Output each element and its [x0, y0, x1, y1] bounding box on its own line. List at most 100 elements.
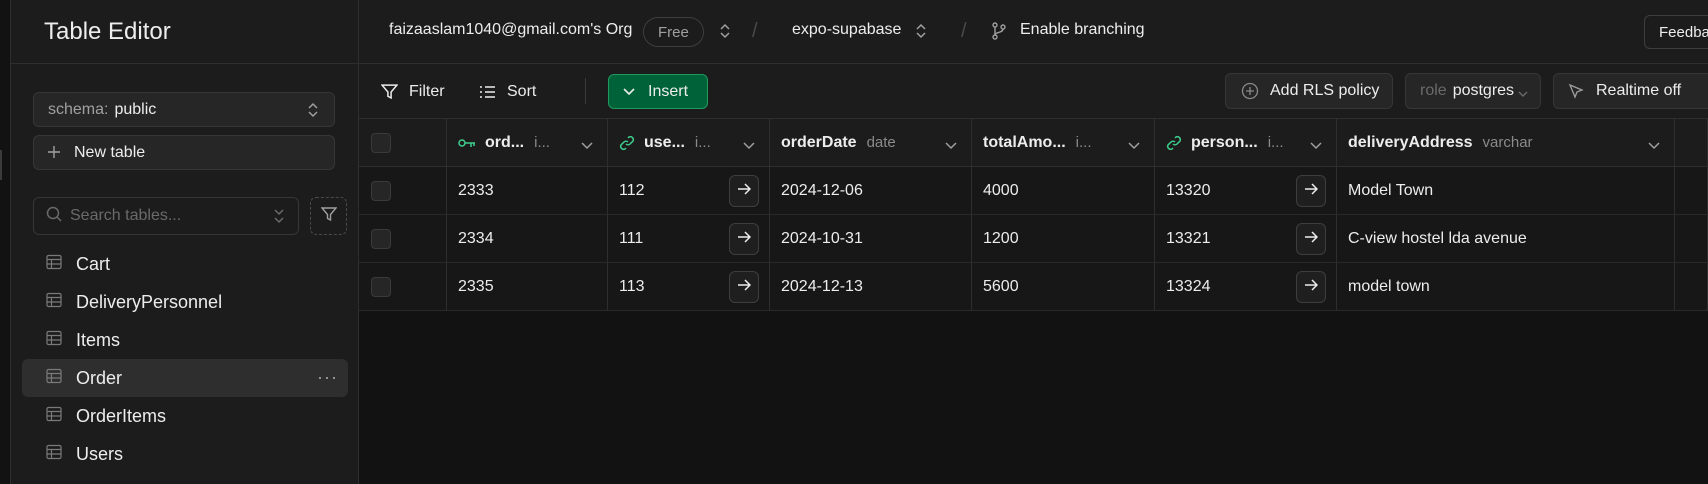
- row-checkbox[interactable]: [371, 180, 391, 201]
- plus-icon: [48, 142, 60, 163]
- table-cell[interactable]: model town: [1337, 263, 1675, 310]
- table-item-cart[interactable]: Cart: [22, 245, 348, 283]
- table-cell[interactable]: 4000: [972, 167, 1155, 214]
- new-table-button[interactable]: New table: [33, 135, 335, 170]
- column-name: orderDate: [781, 133, 857, 151]
- search-tables-input[interactable]: [70, 207, 260, 225]
- empty-cell: [1675, 263, 1708, 310]
- chevron-down-icon[interactable]: [945, 137, 957, 155]
- project-selector[interactable]: expo-supabase: [792, 21, 901, 39]
- table-item-order[interactable]: Order ···: [22, 359, 348, 397]
- table-cell[interactable]: 13324: [1155, 263, 1337, 310]
- table-cell[interactable]: Model Town: [1337, 167, 1675, 214]
- table-item-label: Order: [76, 367, 123, 388]
- cell-value: 2024-12-13: [781, 277, 863, 295]
- chevron-down-icon[interactable]: [1128, 137, 1140, 155]
- foreign-key-link-button[interactable]: [1296, 271, 1326, 303]
- table-cell[interactable]: 2024-12-06: [770, 167, 972, 214]
- table-item-deliverypersonnel[interactable]: DeliveryPersonnel: [22, 283, 348, 321]
- table-cell[interactable]: 1200: [972, 215, 1155, 262]
- row-checkbox[interactable]: [371, 276, 391, 297]
- table-item-label: Items: [76, 329, 121, 350]
- breadcrumb-separator: /: [961, 20, 967, 42]
- column-header[interactable]: person... i...: [1155, 119, 1337, 166]
- sidebar-header: Table Editor: [11, 0, 358, 64]
- realtime-toggle[interactable]: Realtime off: [1553, 73, 1708, 109]
- chevron-down-icon[interactable]: [743, 137, 755, 155]
- feedback-button[interactable]: Feedback: [1644, 15, 1708, 49]
- schema-label: schema:: [48, 100, 109, 118]
- table-item-items[interactable]: Items: [22, 321, 348, 359]
- table-cell[interactable]: C-view hostel lda avenue: [1337, 215, 1675, 262]
- plan-badge: Free: [643, 17, 704, 47]
- column-header[interactable]: ord... i...: [447, 119, 608, 166]
- sort-label: Sort: [507, 82, 537, 100]
- table-cell[interactable]: 2024-12-13: [770, 263, 972, 310]
- grid-header-row: ord... i... use... i... orderDate date totalAm…: [359, 119, 1708, 167]
- role-select[interactable]: role postgres: [1405, 73, 1541, 109]
- table-icon: [46, 254, 62, 275]
- chevron-down-icon[interactable]: [1648, 137, 1660, 155]
- chevron-down-icon: [1518, 85, 1528, 103]
- filter-label: Filter: [409, 82, 445, 100]
- table-row[interactable]: 2335 113 2024-12-13 5600 13324 model town: [359, 263, 1708, 311]
- table-cell[interactable]: 13321: [1155, 215, 1337, 262]
- enable-branching-button[interactable]: Enable branching: [1020, 21, 1145, 39]
- data-grid: ord... i... use... i... orderDate date totalAm…: [359, 119, 1708, 484]
- table-cell[interactable]: 112: [608, 167, 770, 214]
- column-name: deliveryAddress: [1348, 133, 1473, 151]
- sort-icon: [480, 85, 495, 98]
- breadcrumb-separator: /: [752, 20, 758, 42]
- table-cell[interactable]: 13320: [1155, 167, 1337, 214]
- column-header[interactable]: deliveryAddress varchar: [1337, 119, 1675, 166]
- cell-value: 13320: [1166, 181, 1211, 199]
- sidebar-title: Table Editor: [44, 17, 171, 45]
- foreign-key-link-button[interactable]: [729, 271, 759, 303]
- cell-value: 2024-10-31: [781, 229, 863, 247]
- chevron-down-icon[interactable]: [1310, 137, 1322, 155]
- table-cell[interactable]: 2333: [447, 167, 608, 214]
- column-header[interactable]: use... i...: [608, 119, 770, 166]
- table-row[interactable]: 2333 112 2024-12-06 4000 13320 Model Town: [359, 167, 1708, 215]
- arrow-right-icon: [737, 278, 752, 296]
- cell-value: 1200: [983, 229, 1019, 247]
- column-type: i...: [1075, 134, 1092, 151]
- chevron-down-icon[interactable]: [581, 137, 593, 155]
- filter-tables-button[interactable]: [310, 197, 347, 235]
- table-cell[interactable]: 5600: [972, 263, 1155, 310]
- org-selector[interactable]: faizaaslam1040@gmail.com's Org: [389, 21, 632, 39]
- collapse-icon[interactable]: [272, 208, 286, 229]
- table-cell[interactable]: 113: [608, 263, 770, 310]
- chevron-up-down-icon[interactable]: [914, 22, 928, 45]
- filter-button[interactable]: Filter: [381, 64, 445, 119]
- schema-select[interactable]: schema: public: [33, 92, 335, 127]
- column-name: person...: [1191, 133, 1258, 151]
- foreign-key-link-button[interactable]: [729, 223, 759, 255]
- cell-value: 2024-12-06: [781, 181, 863, 199]
- table-cell[interactable]: 2024-10-31: [770, 215, 972, 262]
- row-checkbox[interactable]: [371, 228, 391, 249]
- column-header[interactable]: orderDate date: [770, 119, 972, 166]
- add-rls-policy-button[interactable]: Add RLS policy: [1225, 73, 1393, 109]
- foreign-key-link-button[interactable]: [1296, 223, 1326, 255]
- app-rail: [0, 0, 11, 484]
- chevron-up-down-icon[interactable]: [718, 22, 732, 45]
- cell-value: 2335: [458, 277, 494, 295]
- more-options-icon[interactable]: ···: [317, 367, 338, 388]
- role-value: postgres: [1452, 82, 1515, 99]
- table-cell[interactable]: 111: [608, 215, 770, 262]
- table-item-orderitems[interactable]: OrderItems: [22, 397, 348, 435]
- table-cell[interactable]: 2334: [447, 215, 608, 262]
- top-bar: faizaaslam1040@gmail.com's Org Free / ex…: [359, 0, 1708, 64]
- empty-cell: [1675, 167, 1708, 214]
- cell-value: 13321: [1166, 229, 1211, 247]
- foreign-key-link-button[interactable]: [1296, 175, 1326, 207]
- table-item-users[interactable]: Users: [22, 435, 348, 473]
- insert-button[interactable]: Insert: [608, 74, 708, 109]
- table-cell[interactable]: 2335: [447, 263, 608, 310]
- column-header[interactable]: totalAmo... i...: [972, 119, 1155, 166]
- select-all-checkbox[interactable]: [371, 132, 391, 153]
- table-row[interactable]: 2334 111 2024-10-31 1200 13321 C-view hostel …: [359, 215, 1708, 263]
- sort-button[interactable]: Sort: [479, 64, 536, 119]
- foreign-key-link-button[interactable]: [729, 175, 759, 207]
